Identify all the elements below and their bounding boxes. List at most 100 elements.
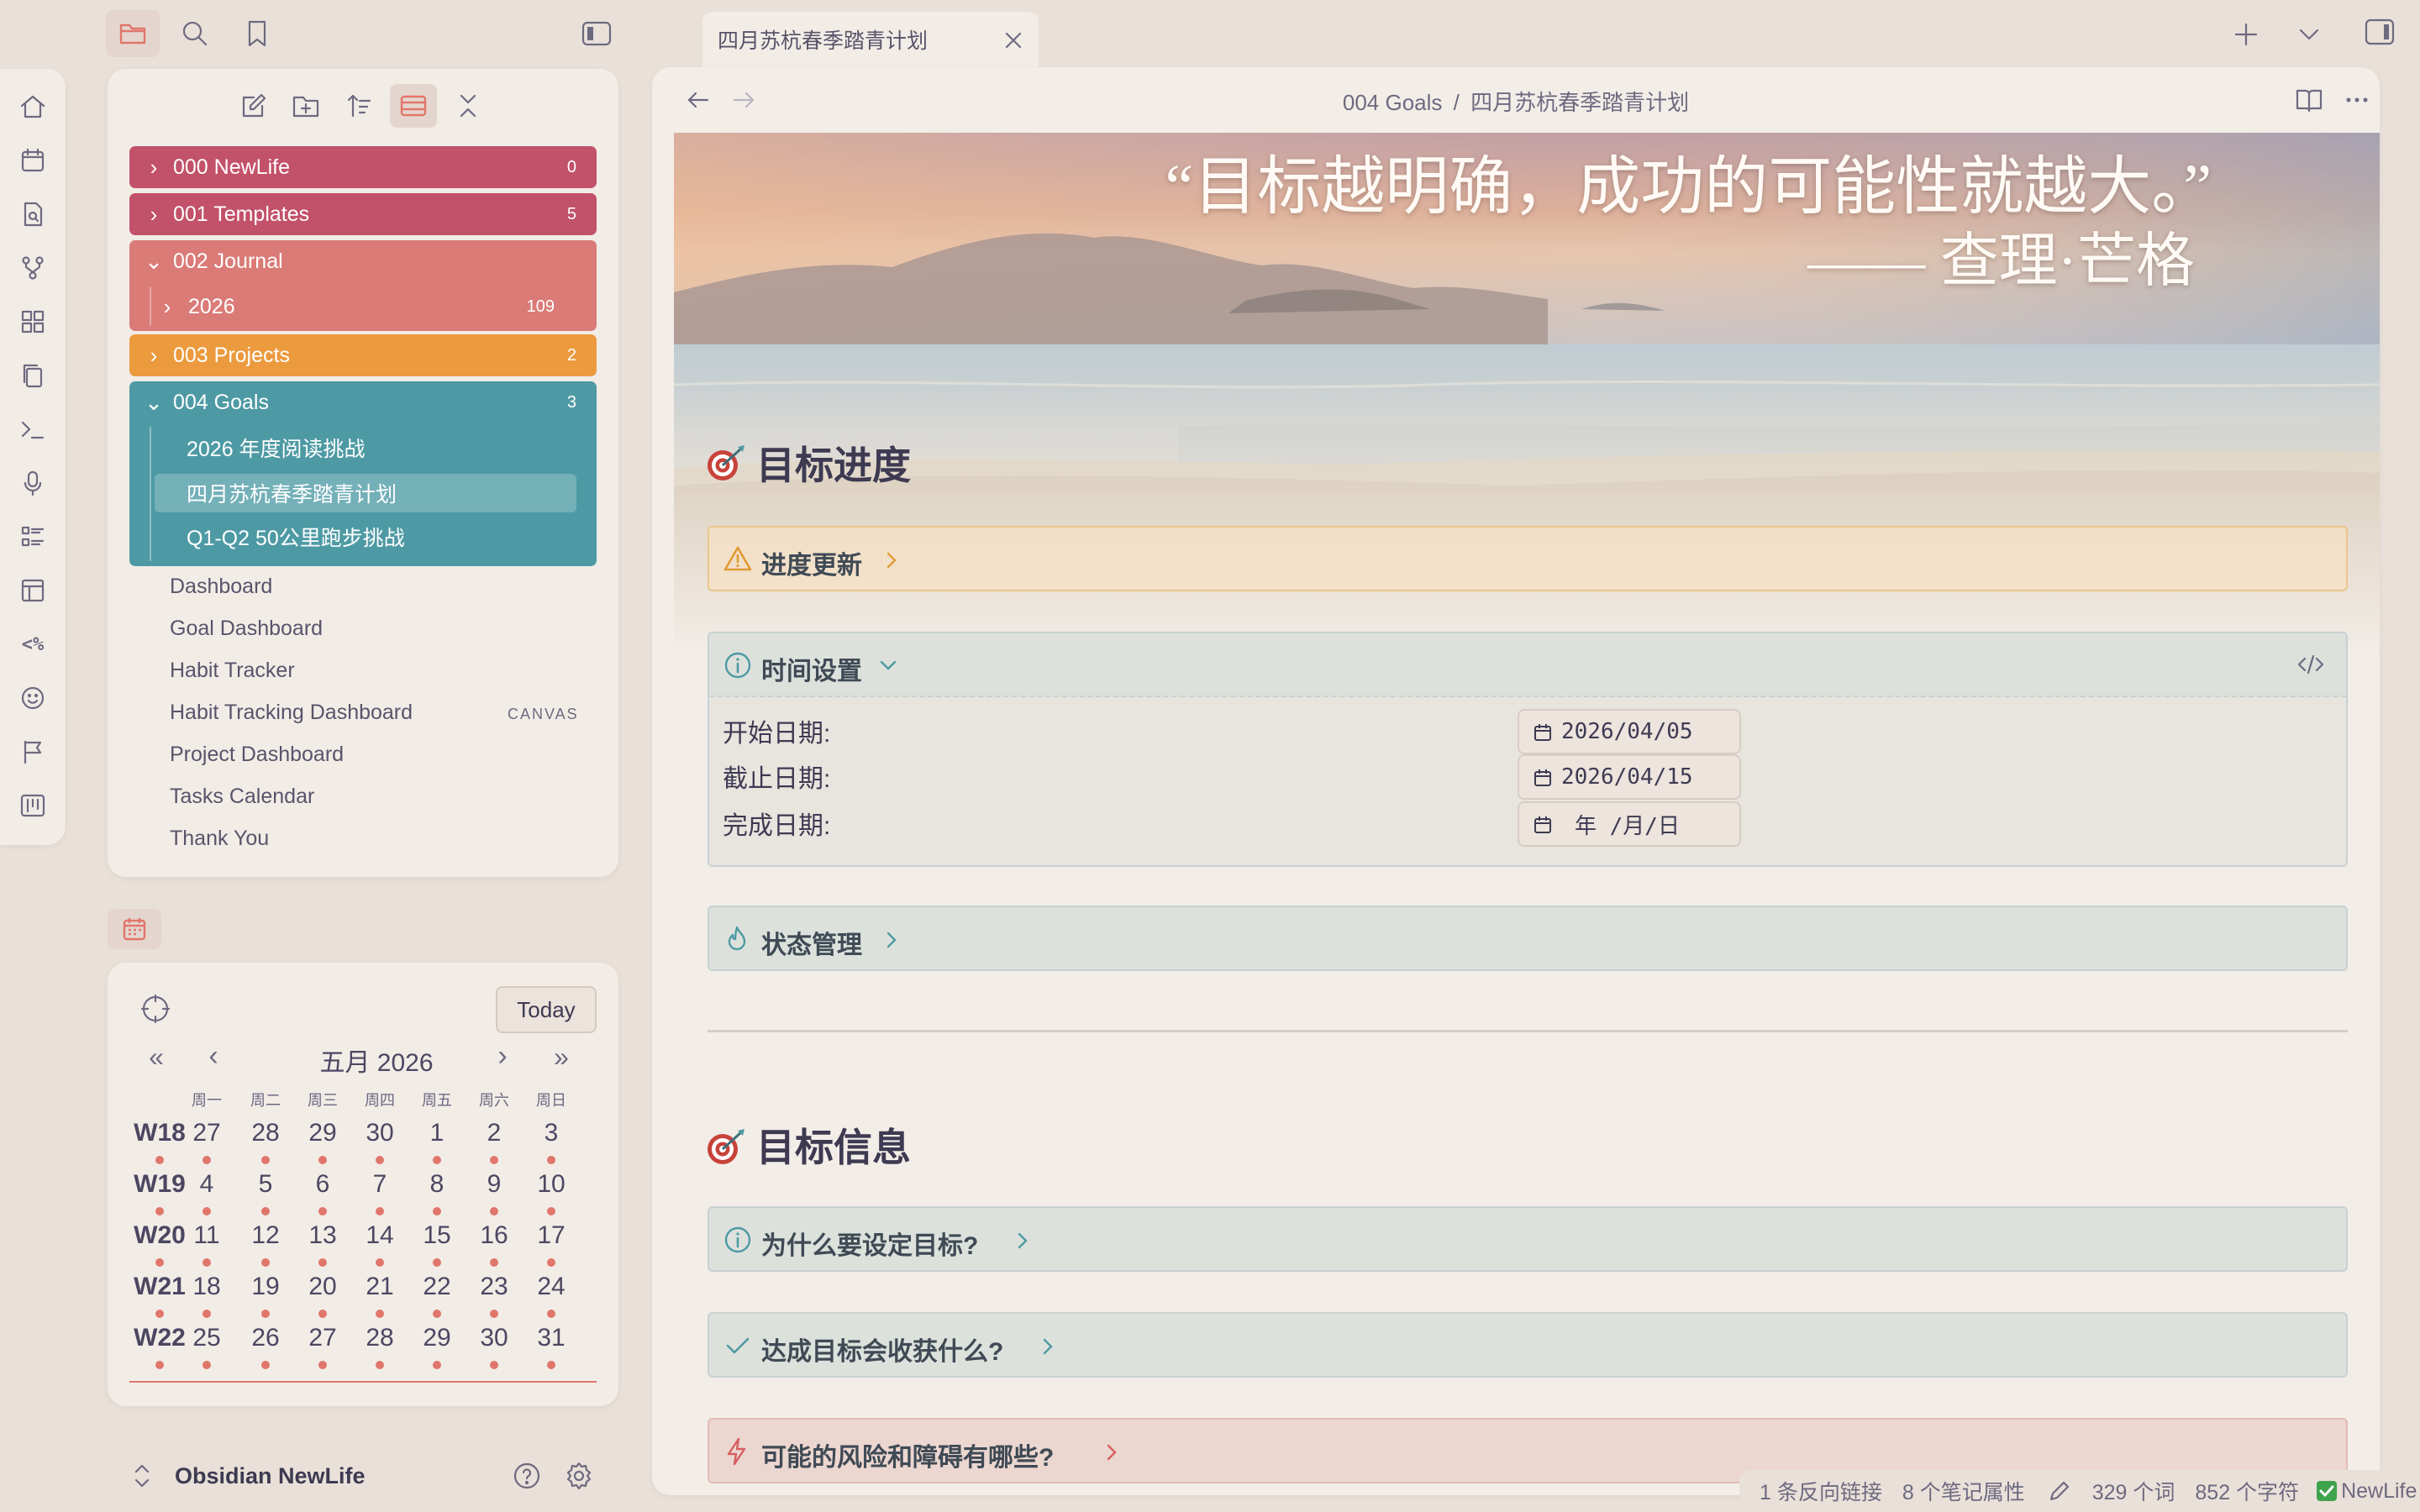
ribbon-kanban[interactable] (13, 786, 52, 825)
calendar-day[interactable]: 27 (296, 1324, 350, 1352)
callout-progress-update[interactable]: 进度更新 (708, 526, 2348, 591)
crosshair-icon[interactable] (139, 993, 171, 1025)
week-number[interactable]: W21 (133, 1273, 187, 1301)
ribbon-graph[interactable] (13, 249, 52, 287)
week-number[interactable]: W19 (133, 1170, 187, 1199)
week-number[interactable]: W22 (133, 1324, 187, 1352)
collapse-sidebar-button[interactable] (570, 10, 623, 57)
pencil-icon[interactable] (2047, 1478, 2072, 1504)
next-month-icon[interactable]: › (484, 1040, 521, 1073)
edit-block-button[interactable] (2287, 643, 2334, 685)
vault-name[interactable]: Obsidian NewLife (175, 1463, 366, 1489)
file-goal-dashboard[interactable]: Goal Dashboard (170, 617, 323, 641)
callout-why-goal[interactable]: 为什么要设定目标? (708, 1206, 2348, 1272)
calendar-day[interactable]: 23 (467, 1273, 521, 1301)
ribbon-table[interactable] (13, 571, 52, 610)
ribbon-emoji[interactable] (13, 679, 52, 717)
status-vault[interactable]: NewLife (2341, 1479, 2417, 1504)
status-properties[interactable]: 8 个笔记属性 (1902, 1476, 2025, 1506)
ribbon-copy[interactable] (13, 356, 52, 395)
calendar-day[interactable]: 1 (410, 1119, 464, 1147)
calendar-day[interactable]: 6 (296, 1170, 350, 1199)
vault-switch-icon[interactable] (133, 1462, 151, 1490)
calendar-day[interactable]: 8 (410, 1170, 464, 1199)
prev-year-icon[interactable]: « (138, 1042, 175, 1073)
file-goal-spring-trip-active[interactable]: 四月苏杭春季踏青计划 (155, 474, 576, 512)
start-date-input[interactable]: 2026/04/05 (1518, 709, 1741, 754)
calendar-day[interactable]: 31 (524, 1324, 578, 1352)
help-icon[interactable] (511, 1460, 543, 1492)
calendar-day[interactable]: 7 (353, 1170, 407, 1199)
templater-icon[interactable]: <% (13, 625, 52, 664)
calendar-day[interactable]: 15 (410, 1221, 464, 1250)
calendar-day[interactable]: 12 (239, 1221, 292, 1250)
calendar-day[interactable]: 26 (239, 1324, 292, 1352)
ribbon-record[interactable] (13, 464, 52, 502)
folder-001-templates[interactable]: › 001 Templates 5 (129, 193, 597, 235)
week-number[interactable]: W18 (133, 1119, 187, 1147)
calendar-day[interactable]: 11 (180, 1221, 234, 1250)
calendar-day[interactable]: 10 (524, 1170, 578, 1199)
status-backlinks[interactable]: 1 条反向链接 (1760, 1476, 1882, 1506)
calendar-day[interactable]: 19 (239, 1273, 292, 1301)
close-icon[interactable] (1003, 30, 1023, 50)
calendar-day[interactable]: 28 (239, 1119, 292, 1147)
calendar-day[interactable]: 3 (524, 1119, 578, 1147)
files-tab-button[interactable] (106, 10, 160, 57)
calendar-day[interactable]: 5 (239, 1170, 292, 1199)
reading-view-icon[interactable] (2294, 86, 2324, 114)
callout-goal-gain[interactable]: 达成目标会收获什么? (708, 1312, 2348, 1378)
calendar-day[interactable]: 17 (524, 1221, 578, 1250)
calendar-day[interactable]: 21 (353, 1273, 407, 1301)
file-tasks-calendar[interactable]: Tasks Calendar (170, 785, 314, 809)
calendar-day[interactable]: 29 (296, 1119, 350, 1147)
folder-2026[interactable]: › 2026 109 (150, 287, 583, 326)
done-date-input[interactable]: 年 /月/日 (1518, 801, 1741, 847)
file-habit-tracking-dashboard[interactable]: Habit Tracking Dashboard (170, 701, 413, 725)
file-goal-running[interactable]: Q1-Q2 50公里跑步挑战 (155, 517, 576, 556)
ribbon-search-file[interactable] (13, 195, 52, 234)
search-tab-button[interactable] (168, 10, 222, 57)
due-date-input[interactable]: 2026/04/15 (1518, 754, 1741, 800)
collapse-all-icon[interactable] (454, 91, 482, 121)
calendar-day[interactable]: 2 (467, 1119, 521, 1147)
ribbon-layout[interactable] (13, 302, 52, 341)
calendar-day[interactable]: 24 (524, 1273, 578, 1301)
settings-gear-icon[interactable] (563, 1460, 595, 1492)
calendar-day[interactable]: 30 (353, 1119, 407, 1147)
calendar-day[interactable]: 30 (467, 1324, 521, 1352)
calendar-day[interactable]: 28 (353, 1324, 407, 1352)
tab-active-note[interactable]: 四月苏杭春季踏青计划 (702, 12, 1039, 67)
prev-month-icon[interactable]: ‹ (195, 1040, 232, 1073)
calendar-day[interactable]: 27 (180, 1119, 234, 1147)
callout-status-management[interactable]: 状态管理 (708, 906, 2348, 971)
folder-003-projects[interactable]: › 003 Projects 2 (129, 334, 597, 376)
calendar-day[interactable]: 13 (296, 1221, 350, 1250)
new-folder-icon[interactable] (291, 91, 321, 121)
calendar-day[interactable]: 25 (180, 1324, 234, 1352)
callout-header[interactable] (709, 633, 2346, 697)
next-year-icon[interactable]: » (543, 1042, 580, 1073)
calendar-day[interactable]: 9 (467, 1170, 521, 1199)
ribbon-list[interactable] (13, 517, 52, 556)
calendar-day[interactable]: 20 (296, 1273, 350, 1301)
calendar-day[interactable]: 4 (180, 1170, 234, 1199)
sidebar-right-icon[interactable] (2363, 17, 2396, 47)
bookmarks-tab-button[interactable] (230, 10, 284, 57)
file-habit-tracker[interactable]: Habit Tracker (170, 659, 295, 683)
sort-icon[interactable] (345, 91, 375, 121)
ribbon-home[interactable] (13, 87, 52, 126)
calendar-day[interactable]: 18 (180, 1273, 234, 1301)
file-goal-reading[interactable]: 2026 年度阅读挑战 (155, 428, 576, 467)
file-project-dashboard[interactable]: Project Dashboard (170, 743, 344, 767)
week-number[interactable]: W20 (133, 1221, 187, 1250)
ribbon-terminal[interactable] (13, 410, 52, 449)
calendar-day[interactable]: 22 (410, 1273, 464, 1301)
breadcrumb-folder[interactable]: 004 Goals (1343, 90, 1443, 115)
today-button[interactable]: Today (496, 986, 597, 1033)
calendar-day[interactable]: 29 (410, 1324, 464, 1352)
new-tab-icon[interactable] (2232, 20, 2260, 49)
ribbon-daily-note[interactable] (13, 141, 52, 180)
file-dashboard[interactable]: Dashboard (170, 575, 272, 599)
tab-list-chevron-icon[interactable] (2296, 22, 2323, 47)
